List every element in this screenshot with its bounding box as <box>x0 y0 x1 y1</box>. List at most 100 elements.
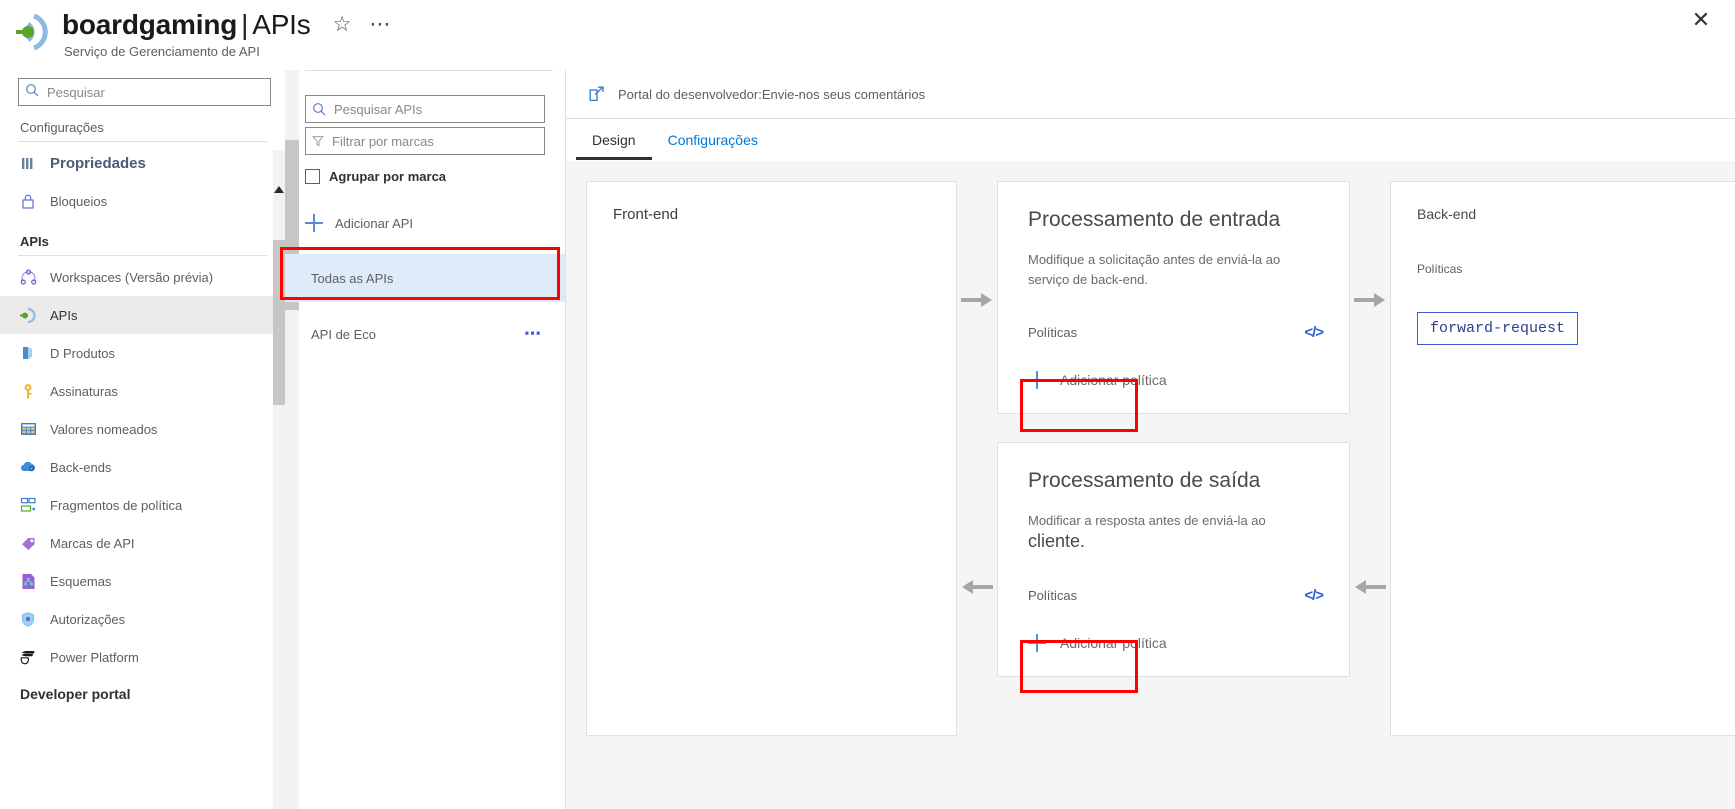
named-values-icon <box>18 419 38 439</box>
apis-icon <box>18 305 38 325</box>
sidebar-item-fragmentos-de-politica[interactable]: Fragmentos de política <box>0 486 285 524</box>
design-canvas: Front-end Processamento de entrada Modif… <box>566 161 1735 809</box>
star-icon[interactable]: ☆ <box>333 11 352 39</box>
outbound-add-policy-button[interactable]: Adicionar política <box>1028 634 1178 652</box>
tab-label: Configurações <box>667 131 758 148</box>
api-management-logo-icon <box>14 10 58 54</box>
sidebar-section-developer-portal: Developer portal <box>20 686 131 702</box>
code-brackets-icon[interactable]: </> <box>1304 324 1324 341</box>
inbound-processing-card[interactable]: Processamento de entrada Modifique a sol… <box>997 181 1350 432</box>
policy-fragments-icon <box>18 495 38 515</box>
sidebar-scrollbar-thumb[interactable] <box>273 240 285 405</box>
page-title-section: APIs <box>252 9 311 40</box>
page-subtitle: Serviço de Gerenciamento de API <box>64 44 260 59</box>
sidebar-item-label: Fragmentos de política <box>50 497 183 513</box>
outbound-processing-card[interactable]: Processamento de saída Modificar a respo… <box>997 442 1350 693</box>
sidebar-item-label: Autorizações <box>50 611 126 627</box>
plus-icon <box>1028 371 1046 389</box>
api-tag-filter-box[interactable] <box>305 127 545 155</box>
sidebar-item-assinaturas[interactable]: Assinaturas <box>0 372 285 410</box>
scroll-up-arrow-icon[interactable] <box>274 186 284 193</box>
ellipsis-icon[interactable]: ⋯ <box>369 14 391 35</box>
products-icon <box>18 343 38 363</box>
sidebar-search[interactable] <box>18 78 271 106</box>
sidebar-item-marcas-de-api[interactable]: Marcas de API <box>0 524 285 562</box>
sidebar-section-configuracoes: Configurações <box>20 120 104 135</box>
sidebar-item-autorizacoes[interactable]: Autorizações <box>0 600 285 638</box>
inbound-description: Modifique a solicitação antes de enviá-l… <box>1028 252 1281 287</box>
sidebar-item-label: D Produtos <box>50 345 116 361</box>
api-list-top-divider <box>305 70 553 71</box>
outbound-description: Modificar a resposta antes de enviá-la a… <box>1028 511 1318 553</box>
plus-icon <box>305 214 323 232</box>
sidebar-item-label: APIs <box>50 307 78 323</box>
api-list-item-api-de-eco[interactable]: API de Eco ⋯ <box>285 310 565 358</box>
sidebar-item-bloqueios[interactable]: Bloqueios <box>0 182 285 220</box>
tab-bar: Design Configurações <box>566 118 1735 160</box>
tab-design[interactable]: Design <box>576 119 652 160</box>
sidebar-item-propriedades[interactable]: Propriedades <box>0 144 285 182</box>
external-link-icon <box>588 85 606 103</box>
api-search-box[interactable] <box>305 95 545 123</box>
group-by-tag-checkbox[interactable] <box>305 169 320 184</box>
frontend-card[interactable]: Front-end <box>586 181 957 736</box>
sidebar-item-label: Back-ends <box>50 459 112 475</box>
sidebar-divider-2 <box>18 255 267 256</box>
sidebar-item-label: Esquemas <box>50 573 112 589</box>
add-api-button[interactable]: Adicionar API <box>305 214 565 232</box>
sidebar-item-label: Propriedades <box>50 154 146 172</box>
sidebar-item-valores-nomeados[interactable]: Valores nomeados <box>0 410 285 448</box>
sidebar-item-produtos[interactable]: D Produtos <box>0 334 285 372</box>
search-input[interactable] <box>45 83 264 101</box>
inbound-policies-row: Políticas </> <box>1028 324 1324 341</box>
tab-configuracoes[interactable]: Configurações <box>652 119 774 160</box>
search-icon <box>25 83 39 102</box>
filter-icon <box>312 135 324 147</box>
add-api-label: Adicionar API <box>335 215 414 231</box>
sidebar-section-apis: APIs <box>20 234 49 249</box>
sidebar-item-backends[interactable]: Back-ends <box>0 448 285 486</box>
ellipsis-icon[interactable]: ⋯ <box>524 324 543 344</box>
arrow-right-icon <box>1354 291 1386 309</box>
backend-card[interactable]: Back-end Políticas forward-request <box>1390 181 1735 736</box>
api-list-panel: Agrupar por marca Adicionar API Todas as… <box>280 70 566 809</box>
outbound-description-part2: cliente. <box>1028 531 1086 551</box>
api-list-item-todas-as-apis[interactable]: Todas as APIs <box>285 254 565 302</box>
inbound-add-policy-label: Adicionar política <box>1060 372 1167 388</box>
frontend-title: Front-end <box>613 206 679 223</box>
developer-portal-feedback-link[interactable]: Portal do desenvolvedor:Envie-nos seus c… <box>566 70 1735 118</box>
workspaces-icon <box>18 267 38 287</box>
api-tag-filter-input[interactable] <box>330 132 538 150</box>
arrow-right-icon <box>961 291 993 309</box>
page-title: boardgaming | APIs <box>62 8 311 42</box>
inbound-add-policy-button[interactable]: Adicionar política <box>1028 371 1178 389</box>
backend-title: Back-end <box>1417 206 1477 222</box>
developer-portal-link-label: Portal do desenvolvedor:Envie-nos seus c… <box>618 86 926 102</box>
tab-label: Design <box>592 131 636 148</box>
backend-forward-request-chip[interactable]: forward-request <box>1417 312 1579 345</box>
outbound-description-part1: Modificar a resposta antes de enviá-la a… <box>1028 513 1266 528</box>
sidebar-item-label: Power Platform <box>50 649 139 665</box>
processing-cards-column: Processamento de entrada Modifique a sol… <box>997 181 1350 789</box>
sidebar-item-label: Marcas de API <box>50 535 135 551</box>
search-icon <box>312 102 326 116</box>
api-search-input[interactable] <box>332 100 538 118</box>
sidebar-scrollbar[interactable] <box>273 150 285 809</box>
close-icon[interactable]: ✕ <box>1685 4 1717 36</box>
sidebar-item-workspaces[interactable]: Workspaces (Versão prévia) <box>0 258 285 296</box>
group-by-tag-checkbox-row[interactable]: Agrupar por marca <box>305 169 565 184</box>
properties-icon <box>18 153 38 173</box>
shield-icon <box>18 609 38 629</box>
sidebar-item-label: Workspaces (Versão prévia) <box>50 269 214 285</box>
code-brackets-icon[interactable]: </> <box>1304 587 1324 604</box>
power-platform-icon <box>18 647 38 667</box>
sidebar-item-esquemas[interactable]: Esquemas <box>0 562 285 600</box>
schemas-icon <box>18 571 38 591</box>
outbound-title: Processamento de saída <box>1028 469 1261 492</box>
sidebar-item-label: Assinaturas <box>50 383 118 399</box>
sidebar-item-apis[interactable]: APIs <box>0 296 285 334</box>
outbound-policies-row: Políticas </> <box>1028 587 1324 604</box>
sidebar-item-power-platform[interactable]: Power Platform <box>0 638 285 676</box>
sidebar-divider-1 <box>18 141 267 142</box>
api-list-scrollbar[interactable] <box>285 70 299 809</box>
